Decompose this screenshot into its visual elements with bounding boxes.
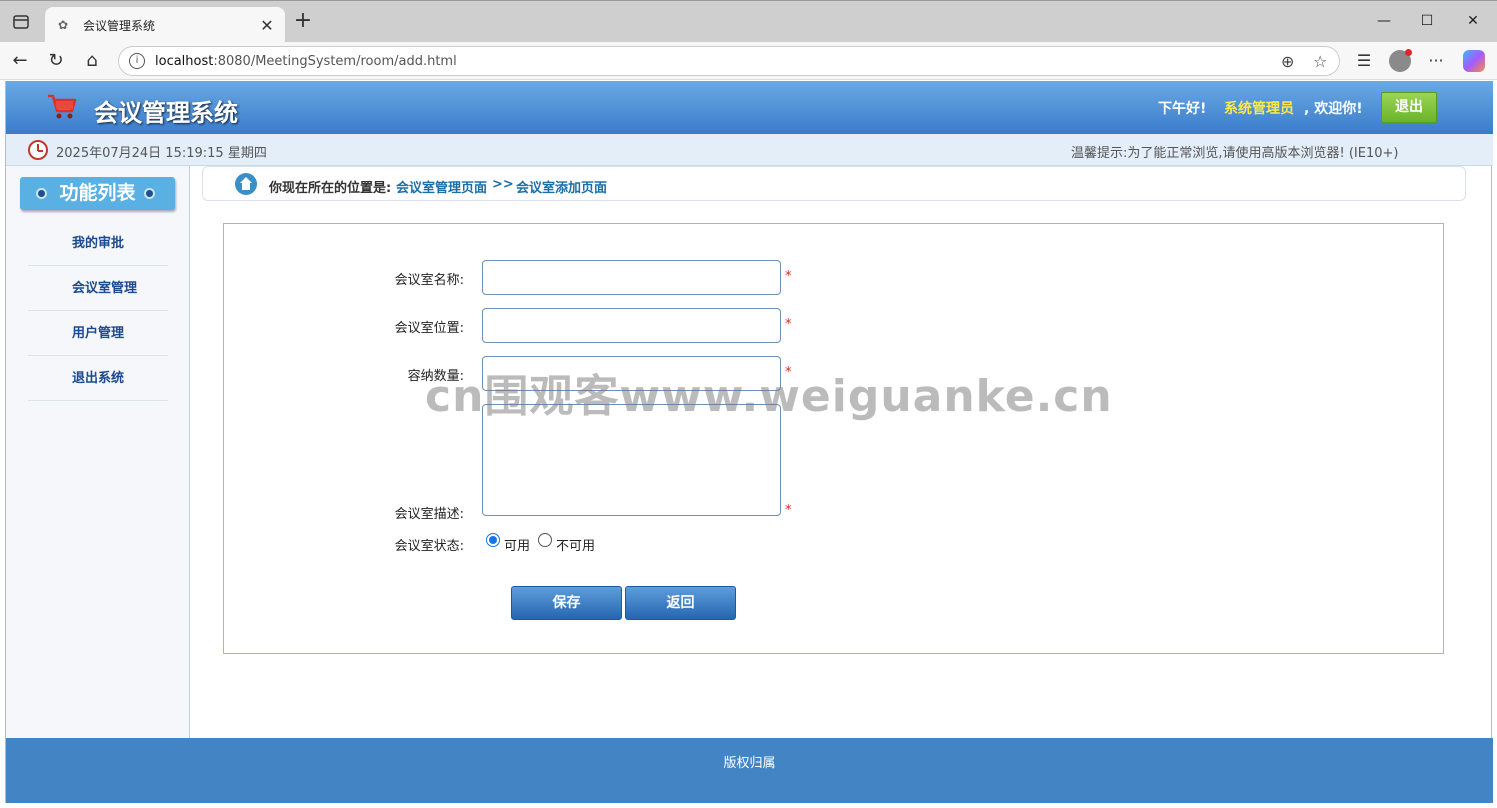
- location-label: 会议室位置:: [394, 321, 464, 336]
- description-label: 会议室描述:: [394, 507, 464, 522]
- app-header: 会议管理系统 下午好! 系统管理员 , 欢迎你! 退出: [6, 81, 1493, 134]
- status-available-radio[interactable]: [486, 533, 500, 547]
- status-unavailable-radio[interactable]: [538, 533, 552, 547]
- required-mark: *: [785, 503, 792, 518]
- breadcrumb-prefix: 你现在所在的位置是:: [269, 181, 392, 196]
- breadcrumb: 你现在所在的位置是: 会议室管理页面 >> 会议室添加页面: [202, 166, 1466, 201]
- status-unavailable-label[interactable]: 不可用: [556, 535, 595, 554]
- sidebar-item-exit[interactable]: 退出系统: [28, 356, 168, 401]
- sidebar-title-text: 功能列表: [59, 182, 136, 204]
- home-nav-icon[interactable]: ⌂: [80, 50, 104, 72]
- username-text: 系统管理员: [1224, 101, 1294, 117]
- room-name-input[interactable]: [482, 260, 781, 295]
- current-datetime: 2025年07月24日 15:19:15 星期四: [56, 146, 267, 161]
- status-bar: 2025年07月24日 15:19:15 星期四 温馨提示:为了能正常浏览,请使…: [6, 134, 1493, 166]
- zoom-icon[interactable]: ⊕: [1281, 52, 1294, 71]
- clock-icon: [28, 140, 48, 160]
- minimize-icon[interactable]: —: [1369, 9, 1399, 33]
- back-button[interactable]: 返回: [625, 586, 736, 620]
- url-host: localhost: [155, 53, 214, 69]
- sidebar-item-rooms[interactable]: 会议室管理: [28, 266, 168, 311]
- cart-icon: [48, 94, 77, 119]
- sidebar: 功能列表 我的审批 会议室管理 用户管理 退出系统: [6, 166, 190, 738]
- footer: 版权归属: [6, 738, 1493, 803]
- back-icon[interactable]: ←: [8, 50, 32, 72]
- greeting-text: 下午好!: [1158, 101, 1207, 117]
- watermark-text: cn围观客www.weiguanke.cn: [425, 371, 1113, 422]
- sidebar-item-approvals[interactable]: 我的审批: [28, 221, 168, 266]
- tab-actions-icon[interactable]: [10, 11, 32, 33]
- app-title: 会议管理系统: [94, 99, 238, 127]
- room-location-input[interactable]: [482, 308, 781, 343]
- browser-tab-title: 会议管理系统: [83, 18, 156, 33]
- browser-tab-active[interactable]: ✿ 会议管理系统 ✕: [45, 7, 285, 43]
- copyright-text: 版权归属: [723, 756, 776, 771]
- refresh-icon[interactable]: ↻: [44, 50, 68, 72]
- browser-tip: 温馨提示:为了能正常浏览,请使用高版本浏览器! (IE10+): [1071, 146, 1399, 161]
- url-path: :8080/MeetingSystem/room/add.html: [213, 53, 457, 69]
- sidebar-item-users[interactable]: 用户管理: [28, 311, 168, 356]
- address-bar[interactable]: i localhost:8080/MeetingSystem/room/add.…: [118, 46, 1340, 76]
- logout-button[interactable]: 退出: [1381, 92, 1437, 123]
- maximize-icon[interactable]: ☐: [1412, 9, 1442, 33]
- favorite-star-icon[interactable]: ☆: [1313, 52, 1327, 71]
- bullet-dot-icon: [36, 188, 47, 199]
- welcome-text: , 欢迎你!: [1304, 101, 1363, 117]
- home-icon: [235, 173, 257, 195]
- browser-tabbar: ✿ 会议管理系统 ✕ + — ☐ ✕: [0, 0, 1497, 43]
- required-mark: *: [785, 269, 792, 284]
- status-available-label[interactable]: 可用: [504, 535, 530, 554]
- notification-dot: [1405, 49, 1412, 56]
- close-window-icon[interactable]: ✕: [1458, 9, 1488, 33]
- sidebar-title: 功能列表: [20, 177, 175, 210]
- save-button[interactable]: 保存: [511, 586, 622, 620]
- close-tab-icon[interactable]: ✕: [259, 16, 275, 35]
- breadcrumb-current: 会议室添加页面: [516, 181, 608, 196]
- browser-toolbar: ← ↻ ⌂ i localhost:8080/MeetingSystem/roo…: [0, 42, 1497, 80]
- more-menu-icon[interactable]: ···: [1424, 50, 1448, 72]
- app-window: 会议管理系统 下午好! 系统管理员 , 欢迎你! 退出 2025年07月24日 …: [5, 81, 1493, 803]
- breadcrumb-rooms[interactable]: 会议室管理页面: [396, 177, 487, 196]
- favorites-list-icon[interactable]: ☰: [1352, 50, 1376, 72]
- new-tab-icon[interactable]: +: [292, 10, 314, 33]
- page-favicon-icon: ✿: [57, 18, 69, 32]
- required-mark: *: [785, 317, 792, 332]
- bullet-dot-icon: [144, 188, 155, 199]
- copilot-icon[interactable]: [1463, 50, 1485, 72]
- status-label: 会议室状态:: [394, 539, 464, 554]
- breadcrumb-separator: >>: [492, 177, 514, 192]
- room-add-form: 会议室名称: * 会议室位置: * 容纳数量: * 会议室描述: * 会议室状态…: [223, 223, 1444, 654]
- site-info-icon[interactable]: i: [129, 53, 145, 69]
- name-label: 会议室名称:: [394, 273, 464, 288]
